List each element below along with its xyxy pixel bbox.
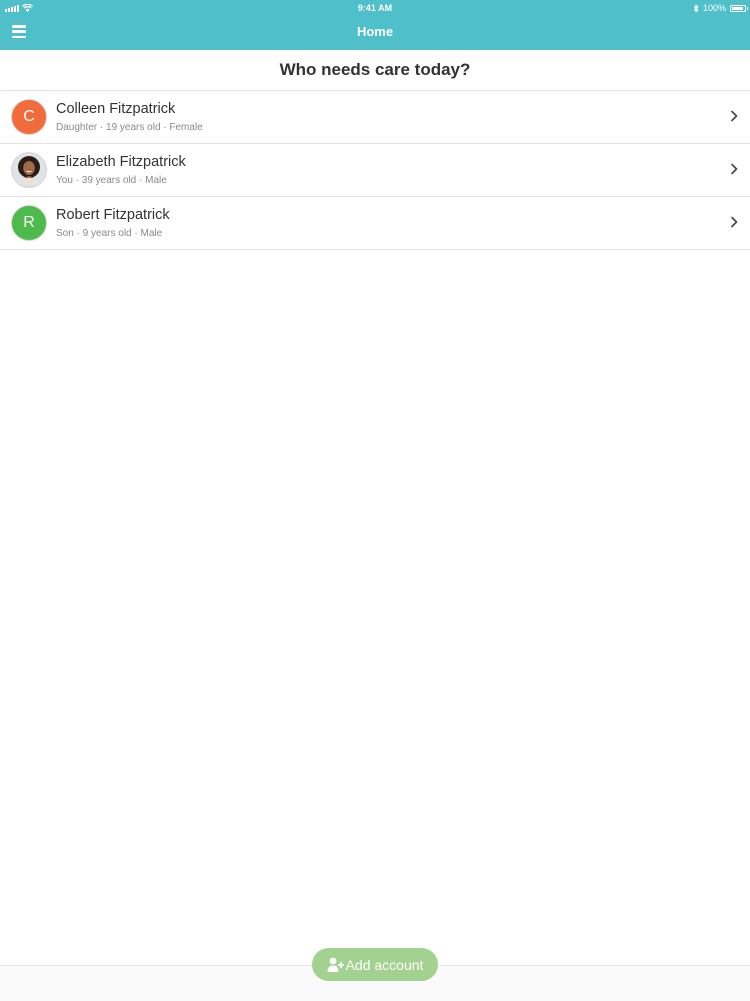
avatar-photo bbox=[11, 152, 47, 188]
people-list: C Colleen Fitzpatrick Daughter · 19 year… bbox=[0, 91, 750, 250]
person-detail: Daughter · 19 years old · Female bbox=[56, 122, 203, 133]
chevron-right-icon bbox=[731, 163, 738, 175]
bluetooth-icon bbox=[693, 3, 699, 13]
person-name: Robert Fitzpatrick bbox=[56, 207, 170, 223]
add-user-icon bbox=[327, 957, 344, 972]
profile-photo-icon bbox=[18, 156, 40, 187]
chevron-right-icon bbox=[731, 216, 738, 228]
battery-percent: 100% bbox=[702, 3, 726, 13]
care-heading: Who needs care today? bbox=[0, 50, 750, 91]
status-bar: 9:41 AM 100% bbox=[0, 0, 750, 16]
person-detail: Son · 9 years old · Male bbox=[56, 228, 163, 239]
page-title: Home bbox=[356, 24, 394, 39]
person-row-colleen[interactable]: C Colleen Fitzpatrick Daughter · 19 year… bbox=[0, 91, 750, 144]
person-name: Elizabeth Fitzpatrick bbox=[56, 154, 186, 170]
battery-icon bbox=[730, 4, 748, 12]
avatar-initial: R bbox=[23, 214, 35, 231]
chevron-right-icon bbox=[731, 110, 738, 122]
avatar-initial: C bbox=[23, 108, 35, 125]
avatar: C bbox=[11, 99, 47, 135]
status-time: 9:41 AM bbox=[357, 3, 393, 13]
person-row-elizabeth[interactable]: Elizabeth Fitzpatrick You · 39 years old… bbox=[0, 144, 750, 197]
person-name: Colleen Fitzpatrick bbox=[56, 101, 176, 117]
avatar: R bbox=[11, 205, 47, 241]
navigation-bar: Home bbox=[0, 16, 750, 50]
status-right: 100% bbox=[693, 0, 748, 16]
add-account-label: Add account bbox=[345, 956, 424, 973]
person-row-robert[interactable]: R Robert Fitzpatrick Son · 9 years old ·… bbox=[0, 197, 750, 250]
app-header: 9:41 AM 100% Home bbox=[0, 0, 750, 50]
person-detail: You · 39 years old · Male bbox=[56, 175, 167, 186]
add-account-button[interactable]: Add account bbox=[312, 948, 438, 981]
